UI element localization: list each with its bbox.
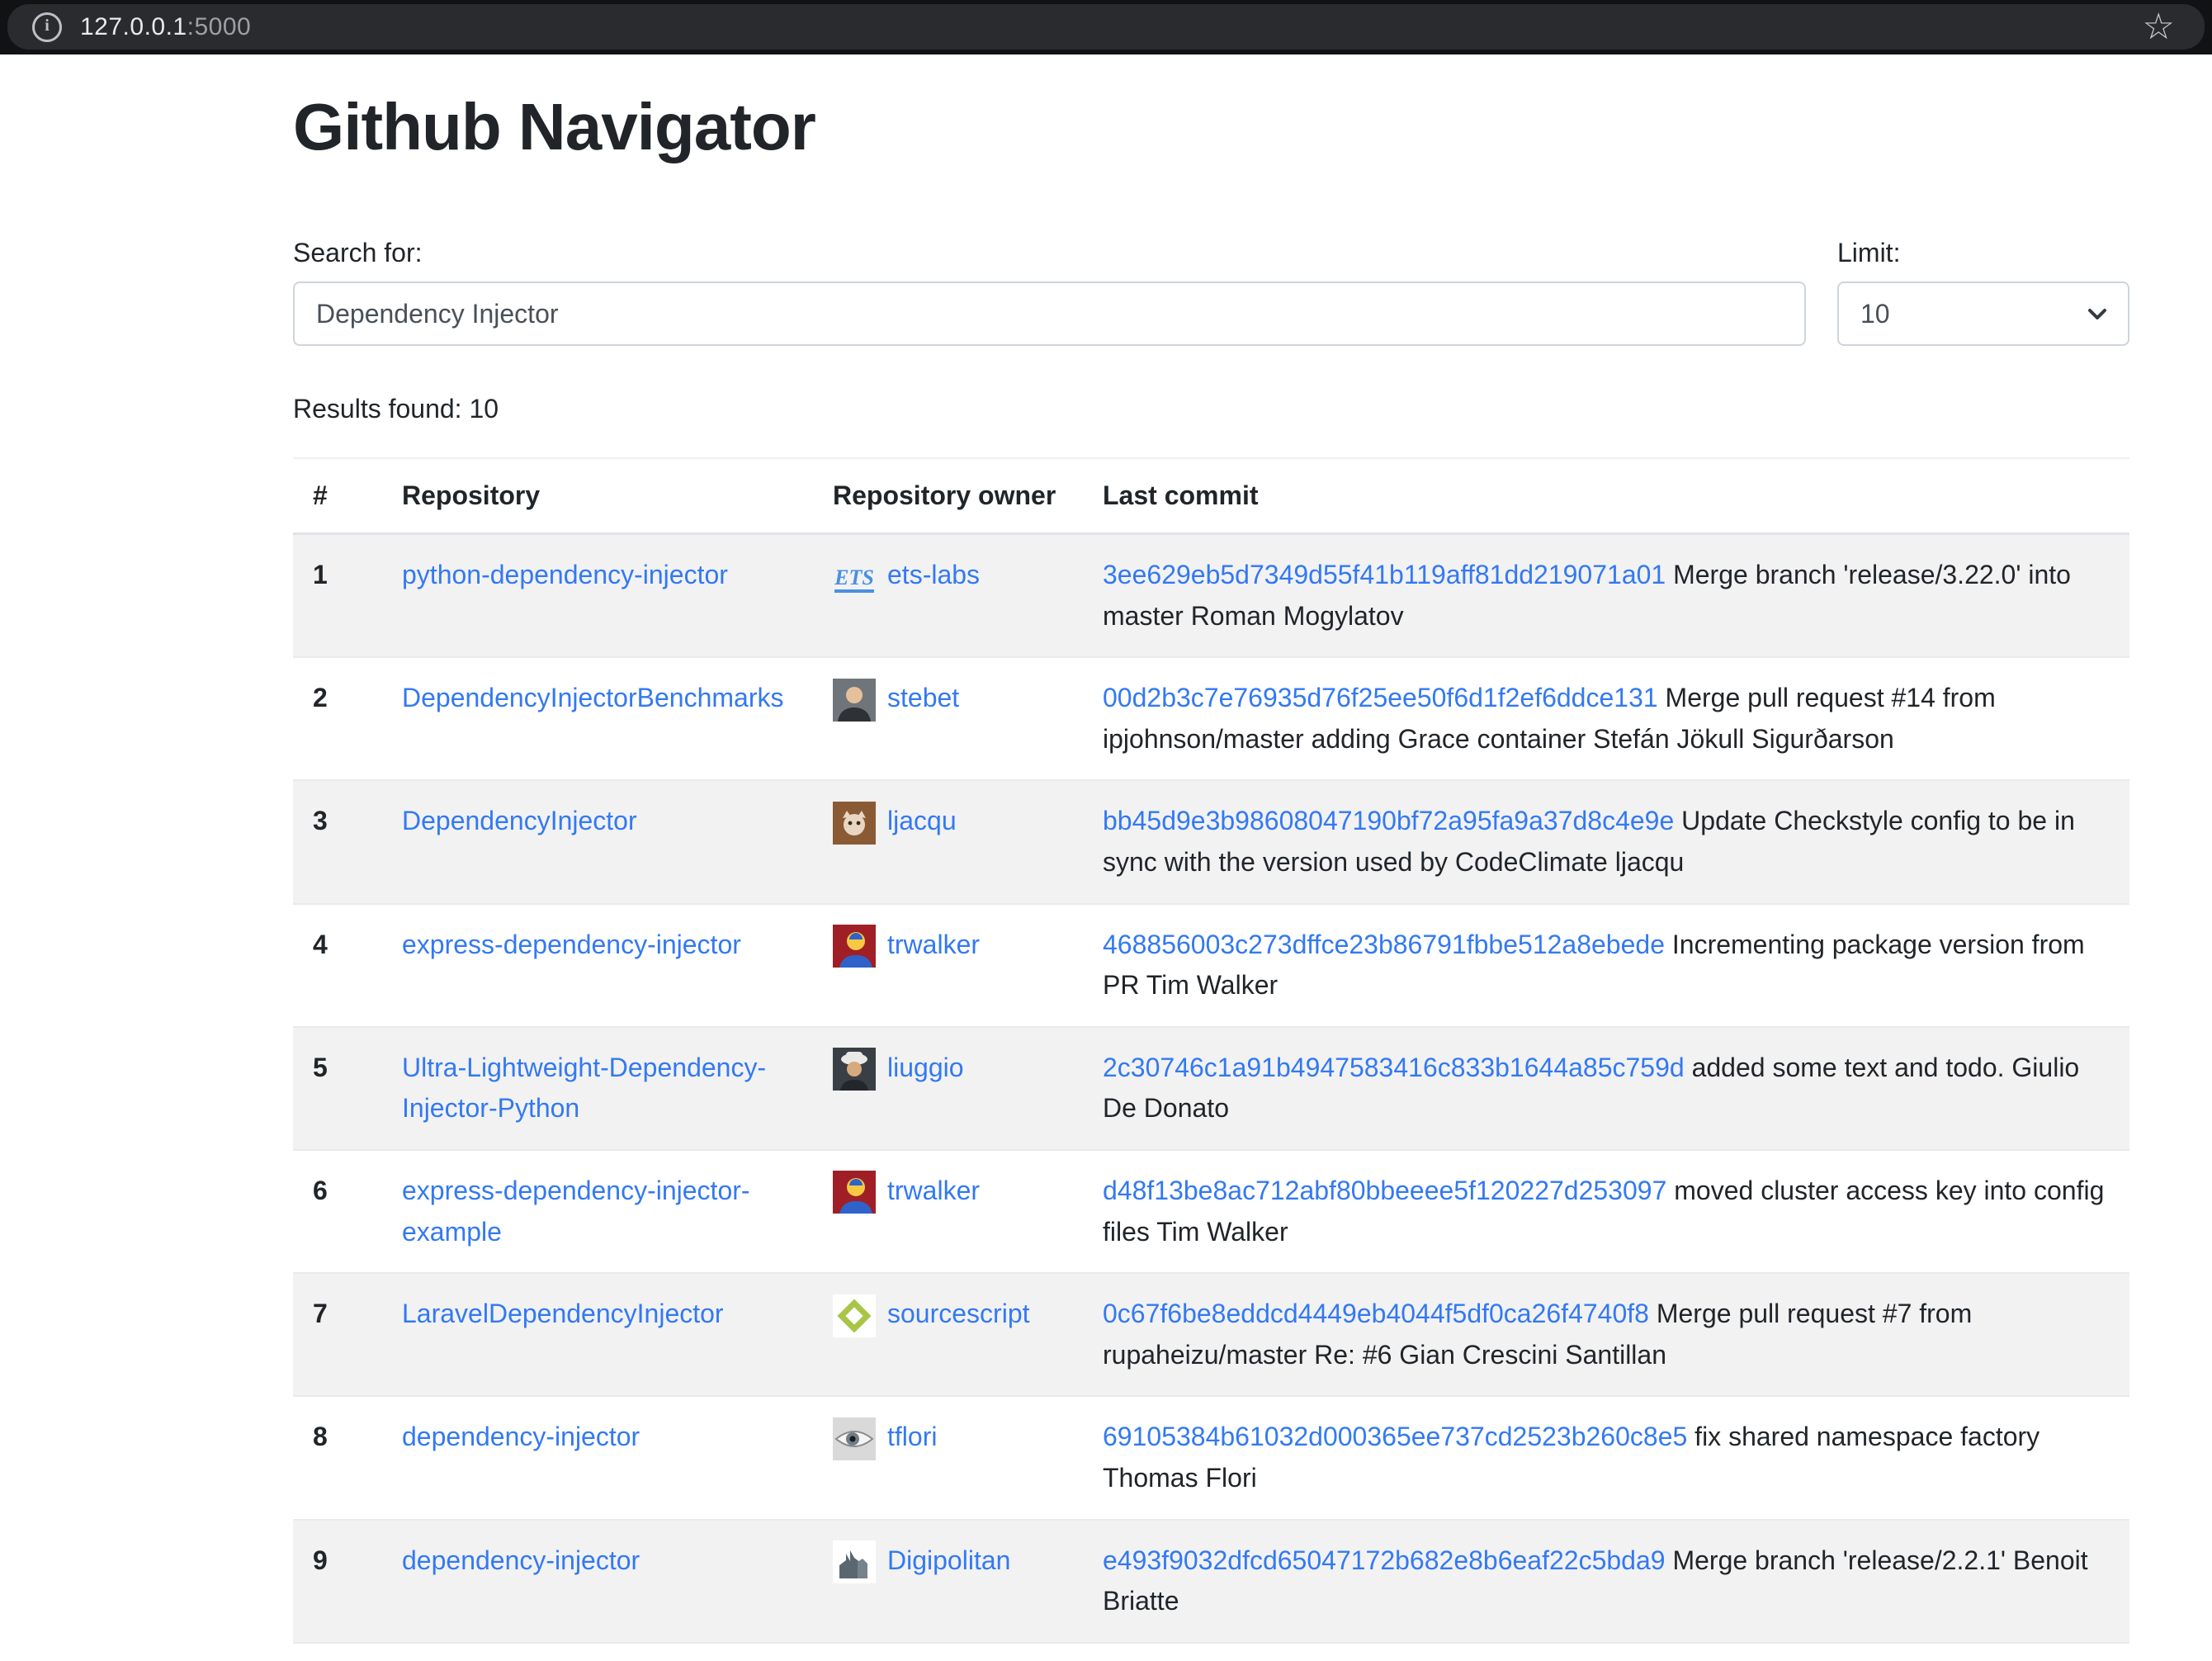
ljacqu-photo <box>833 802 876 845</box>
row-index: 3 <box>293 780 382 903</box>
header-owner: Repository owner <box>813 458 1083 534</box>
row-index: 1 <box>293 534 382 658</box>
owner-link[interactable]: ljacqu <box>887 806 957 835</box>
url-port: :5000 <box>187 13 252 40</box>
limit-label: Limit: <box>1837 238 2129 268</box>
trwalker-photo <box>833 925 876 968</box>
commit-hash-link[interactable]: 69105384b61032d000365ee737cd2523b260c8e5 <box>1103 1422 1687 1451</box>
row-index: 9 <box>293 1520 382 1643</box>
url-text[interactable]: 127.0.0.1:5000 <box>80 13 251 41</box>
commit-hash-link[interactable]: 3ee629eb5d7349d55f41b119aff81dd219071a01 <box>1103 560 1666 589</box>
owner-link[interactable]: ets-labs <box>887 560 980 589</box>
table-row: 4 express-dependency-injector trwalker 4… <box>293 904 2129 1027</box>
table-row: 3 DependencyInjector ljacqu bb45d9e3b986… <box>293 780 2129 903</box>
table-row: 7 LaravelDependencyInjector sourcescript… <box>293 1273 2129 1396</box>
commit-hash-link[interactable]: 468856003c273dffce23b86791fbbe512a8ebede <box>1103 930 1665 959</box>
ets-labs-logo: ETS— — — <box>833 556 876 599</box>
commit-hash-link[interactable]: 0c67f6be8eddcd4449eb4044f5df0ca26f4740f8 <box>1103 1299 1649 1328</box>
table-row: 9 dependency-injector Digipolitan e493f9… <box>293 1520 2129 1643</box>
page-container: Github Navigator Search for: Limit: 10 R… <box>293 89 2129 1661</box>
star-icon[interactable]: ☆ <box>2143 9 2175 45</box>
commit-hash-link[interactable]: 2c30746c1a91b4947583416c833b1644a85c759d <box>1103 1053 1685 1082</box>
row-index: 8 <box>293 1396 382 1519</box>
row-index: 4 <box>293 904 382 1027</box>
repository-link[interactable]: python-dependency-injector <box>402 560 728 589</box>
owner-link[interactable]: stebet <box>887 683 959 712</box>
header-repository: Repository <box>382 458 813 534</box>
row-index: 10 <box>293 1643 382 1661</box>
row-index: 6 <box>293 1150 382 1273</box>
limit-group: Limit: 10 <box>1837 238 2129 346</box>
repository-link[interactable]: dependency-injector <box>402 1545 640 1575</box>
results-table-body: 1 python-dependency-injector ETS— — — ets… <box>293 534 2129 1661</box>
search-input[interactable] <box>293 282 1806 346</box>
url-host: 127.0.0.1 <box>80 13 187 40</box>
commit-hash-link[interactable]: 00d2b3c7e76935d76f25ee50f6d1f2ef6ddce131 <box>1103 683 1658 712</box>
repository-link[interactable]: LaravelDependencyInjector <box>402 1299 724 1328</box>
repository-link[interactable]: DependencyInjector <box>402 806 637 835</box>
owner-link[interactable]: trwalker <box>887 1176 980 1205</box>
repository-link[interactable]: express-dependency-injector-example <box>402 1176 750 1247</box>
search-form: Search for: Limit: 10 <box>293 238 2129 346</box>
results-table: # Repository Repository owner Last commi… <box>293 457 2129 1661</box>
sourcescript-logo <box>833 1294 876 1337</box>
results-table-head: # Repository Repository owner Last commi… <box>293 458 2129 534</box>
digipolitan-logo <box>833 1540 876 1583</box>
repository-link[interactable]: DependencyInjectorBenchmarks <box>402 683 783 712</box>
page-title: Github Navigator <box>293 89 2129 165</box>
table-row: 2 DependencyInjectorBenchmarks stebet 00… <box>293 657 2129 780</box>
browser-toolbar: i 127.0.0.1:5000 ☆ <box>0 0 2212 54</box>
table-row: 1 python-dependency-injector ETS— — — ets… <box>293 534 2129 658</box>
limit-select-wrap: 10 <box>1837 282 2129 346</box>
owner-link[interactable]: Digipolitan <box>887 1545 1010 1575</box>
owner-link[interactable]: sourcescript <box>887 1299 1030 1328</box>
header-last-commit: Last commit <box>1083 458 2129 534</box>
header-index: # <box>293 458 382 534</box>
table-row: 10 dependency-injector FinnWinchester 02… <box>293 1643 2129 1661</box>
row-index: 2 <box>293 657 382 780</box>
owner-link[interactable]: liuggio <box>887 1053 964 1082</box>
owner-link[interactable]: tflori <box>887 1422 937 1451</box>
tflori-photo <box>833 1417 876 1460</box>
limit-select[interactable]: 10 <box>1837 282 2129 346</box>
trwalker-photo <box>833 1171 876 1214</box>
repository-link[interactable]: dependency-injector <box>402 1422 640 1451</box>
commit-hash-link[interactable]: d48f13be8ac712abf80bbeeee5f120227d253097 <box>1103 1176 1666 1205</box>
liuggio-photo <box>833 1048 876 1091</box>
commit-hash-link[interactable]: e493f9032dfcd65047172b682e8b6eaf22c5bda9 <box>1103 1545 1666 1575</box>
table-row: 8 dependency-injector tflori 69105384b61… <box>293 1396 2129 1519</box>
search-label: Search for: <box>293 238 1806 268</box>
info-icon[interactable]: i <box>32 12 62 42</box>
row-index: 5 <box>293 1027 382 1150</box>
repository-link[interactable]: Ultra-Lightweight-Dependency-Injector-Py… <box>402 1053 766 1124</box>
commit-hash-link[interactable]: bb45d9e3b98608047190bf72a95fa9a37d8c4e9e <box>1103 806 1674 835</box>
results-count: Results found: 10 <box>293 394 2129 424</box>
stebet-photo <box>833 679 876 722</box>
repository-link[interactable]: express-dependency-injector <box>402 930 741 959</box>
search-group: Search for: <box>293 238 1806 346</box>
table-row: 5 Ultra-Lightweight-Dependency-Injector-… <box>293 1027 2129 1150</box>
row-index: 7 <box>293 1273 382 1396</box>
address-bar[interactable]: i 127.0.0.1:5000 ☆ <box>7 4 2205 50</box>
owner-link[interactable]: trwalker <box>887 930 980 959</box>
table-row: 6 express-dependency-injector-example tr… <box>293 1150 2129 1273</box>
